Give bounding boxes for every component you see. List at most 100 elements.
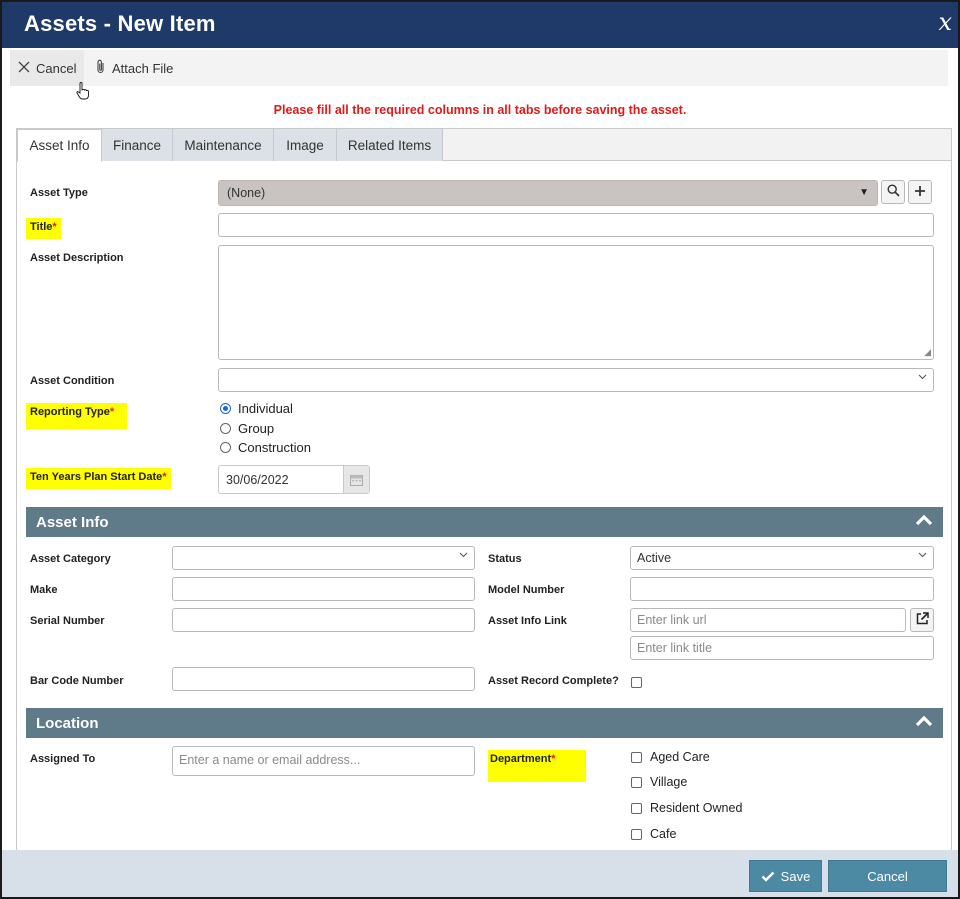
- model-number-label: Model Number: [488, 584, 565, 596]
- external-link-icon: [916, 612, 929, 628]
- asset-category-select[interactable]: [172, 546, 475, 570]
- ten-years-plan-label: Ten Years Plan Start Date*: [26, 468, 171, 489]
- tab-image[interactable]: Image: [274, 129, 337, 161]
- department-option-village[interactable]: Village: [631, 775, 687, 789]
- paperclip-icon: [96, 59, 106, 78]
- asset-description-label: Asset Description: [30, 252, 124, 264]
- department-label-text: Department: [490, 753, 552, 765]
- caret-down-icon: ▼: [859, 187, 869, 198]
- department-option-aged-care[interactable]: Aged Care: [631, 750, 710, 764]
- chevron-down-icon: [918, 372, 927, 384]
- dialog-title: Assets - New Item: [24, 11, 216, 36]
- chevron-down-icon: [918, 550, 927, 562]
- department-label: Department*: [488, 750, 587, 782]
- tab-asset-info[interactable]: Asset Info: [17, 129, 102, 162]
- link-url-input[interactable]: Enter link url: [630, 608, 906, 632]
- radio-unselected[interactable]: [220, 442, 231, 453]
- asset-info-section-title: Asset Info: [36, 514, 109, 531]
- asset-condition-select[interactable]: [218, 368, 934, 392]
- footer-cancel-button[interactable]: Cancel: [828, 860, 947, 892]
- reporting-type-group[interactable]: Group: [220, 421, 274, 436]
- reporting-type-construction[interactable]: Construction: [220, 440, 311, 455]
- chevron-up-icon[interactable]: [915, 714, 933, 732]
- asset-condition-label: Asset Condition: [30, 375, 115, 387]
- department-checkbox[interactable]: [631, 828, 642, 840]
- toolbar-cancel-label: Cancel: [36, 60, 77, 76]
- asset-info-section-header[interactable]: Asset Info: [26, 507, 943, 537]
- dialog-titlebar: Assets - New Item x: [2, 2, 958, 48]
- department-option-label: Cafe: [650, 827, 677, 841]
- resize-grip-icon[interactable]: ◢: [924, 347, 931, 358]
- radio-selected[interactable]: [220, 403, 231, 414]
- open-link-button[interactable]: [910, 608, 934, 632]
- make-label: Make: [30, 584, 58, 596]
- reporting-type-option-label: Construction: [238, 440, 311, 455]
- reporting-type-label: Reporting Type*: [26, 403, 128, 429]
- plus-icon: [914, 185, 926, 200]
- reporting-type-option-label: Group: [238, 421, 275, 436]
- department-checkbox[interactable]: [631, 776, 642, 788]
- required-notice: Please fill all the required columns in …: [273, 103, 687, 117]
- calendar-icon[interactable]: [343, 466, 369, 493]
- reporting-type-individual[interactable]: Individual: [220, 401, 293, 416]
- chevron-down-icon: [459, 550, 468, 562]
- required-mark: *: [551, 753, 556, 765]
- title-input[interactable]: [218, 213, 934, 237]
- ten-years-plan-date-input[interactable]: 30/06/2022: [218, 465, 370, 494]
- asset-type-search-button[interactable]: [881, 180, 905, 204]
- asset-type-select[interactable]: (None) ▼: [218, 180, 878, 206]
- status-label: Status: [488, 553, 522, 565]
- reporting-type-label-text: Reporting Type: [30, 406, 110, 418]
- close-icon: [18, 60, 30, 77]
- check-icon: [761, 871, 775, 882]
- chevron-up-icon[interactable]: [915, 513, 933, 531]
- status-select[interactable]: Active: [630, 546, 934, 570]
- department-checkbox[interactable]: [631, 751, 642, 763]
- department-checkbox[interactable]: [631, 802, 642, 814]
- asset-record-complete-label: Asset Record Complete?: [488, 675, 619, 687]
- location-section-header[interactable]: Location: [26, 708, 943, 738]
- asset-description-textarea[interactable]: ◢: [218, 245, 934, 360]
- save-label: Save: [780, 868, 811, 884]
- attach-file-button[interactable]: Attach File: [90, 50, 179, 86]
- required-mark: *: [109, 406, 115, 418]
- serial-number-input[interactable]: [172, 608, 475, 632]
- title-label: Title*: [26, 218, 61, 239]
- assigned-to-input[interactable]: Enter a name or email address...: [172, 746, 475, 776]
- department-option-resident-owned[interactable]: Resident Owned: [631, 801, 742, 815]
- ten-years-plan-date-value: 30/06/2022: [226, 473, 289, 487]
- toolbar-cancel-button[interactable]: Cancel: [10, 50, 85, 86]
- form-panel: Asset Info Finance Maintenance Image Rel…: [16, 128, 952, 850]
- reporting-type-option-label: Individual: [238, 401, 293, 416]
- bar-code-number-label: Bar Code Number: [30, 675, 124, 687]
- close-icon[interactable]: x: [938, 8, 952, 36]
- toolbar: Cancel Attach File: [10, 50, 948, 86]
- assigned-to-label: Assigned To: [30, 753, 96, 765]
- status-value: Active: [637, 551, 672, 565]
- ten-years-plan-label-text: Ten Years Plan Start Date: [30, 471, 163, 483]
- attach-file-label: Attach File: [112, 60, 174, 76]
- search-icon: [886, 184, 900, 200]
- tab-finance[interactable]: Finance: [102, 129, 173, 161]
- bar-code-number-input[interactable]: [172, 667, 475, 691]
- model-number-input[interactable]: [630, 577, 934, 601]
- asset-type-value: (None): [227, 186, 266, 200]
- tab-maintenance[interactable]: Maintenance: [173, 129, 274, 161]
- asset-record-complete-checkbox[interactable]: [631, 677, 642, 688]
- radio-unselected[interactable]: [220, 423, 231, 434]
- make-input[interactable]: [172, 577, 475, 601]
- tab-related-items[interactable]: Related Items: [337, 129, 443, 161]
- department-option-cafe[interactable]: Cafe: [631, 827, 676, 841]
- required-mark: *: [162, 471, 167, 483]
- required-mark: *: [52, 221, 57, 233]
- link-title-input[interactable]: Enter link title: [630, 636, 934, 660]
- department-option-label: Resident Owned: [650, 801, 743, 815]
- title-label-text: Title: [30, 221, 53, 233]
- department-option-label: Aged Care: [650, 750, 710, 764]
- save-button[interactable]: Save: [749, 860, 822, 892]
- tab-bar: Asset Info Finance Maintenance Image Rel…: [17, 129, 951, 162]
- dialog-frame: Assets - New Item x Cancel Attach File P…: [0, 0, 960, 899]
- asset-info-link-label: Asset Info Link: [488, 615, 567, 627]
- dialog-footer: Save Cancel: [2, 850, 958, 897]
- asset-type-add-button[interactable]: [908, 180, 932, 204]
